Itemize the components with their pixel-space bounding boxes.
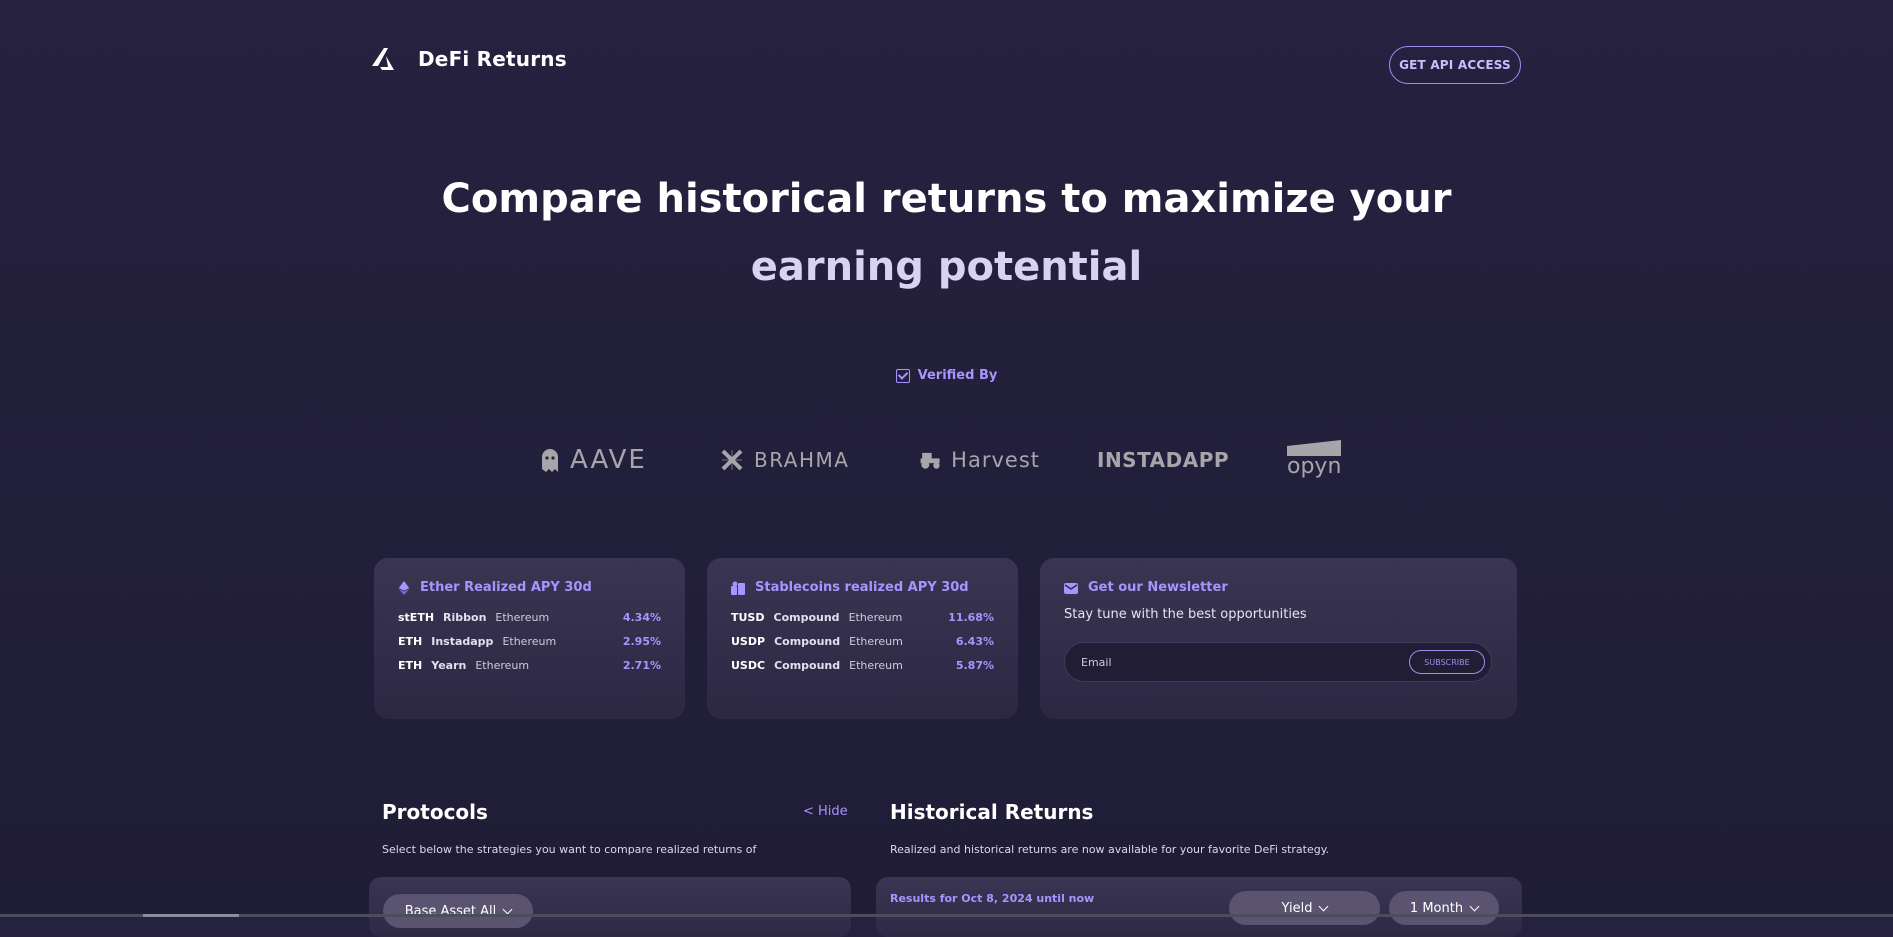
- checkbox-icon: [895, 368, 910, 383]
- chevron-down-icon: [502, 904, 513, 914]
- coins-stack-icon: [731, 581, 745, 595]
- newsletter-card: Get our Newsletter Stay tune with the be…: [1040, 558, 1517, 719]
- apy-value: 11.68%: [948, 611, 994, 624]
- brand-logo[interactable]: DeFi Returns: [370, 44, 567, 74]
- card-title: Stablecoins realized APY 30d: [731, 580, 994, 595]
- apy-value: 2.71%: [622, 659, 661, 672]
- protocol: Ribbon: [443, 611, 487, 624]
- ethereum-icon: [398, 580, 410, 595]
- asset: stETH: [398, 611, 435, 624]
- partner-instadapp: INSTADAPP: [1097, 448, 1229, 472]
- card-title: Ether Realized APY 30d: [398, 580, 661, 595]
- partner-name: Harvest: [951, 447, 1040, 472]
- historical-returns-title: Historical Returns: [890, 800, 1094, 824]
- card-title: Get our Newsletter: [1064, 580, 1493, 595]
- partner-name: INSTADAPP: [1097, 447, 1230, 472]
- protocol: Compound: [774, 635, 841, 648]
- protocol: Compound: [774, 659, 841, 672]
- partner-aave: AAVE: [540, 445, 662, 475]
- historical-returns-description: Realized and historical returns are now …: [890, 843, 1330, 856]
- subscribe-button[interactable]: SUBSCRIBE: [1409, 650, 1485, 674]
- brahma-icon: [721, 449, 743, 470]
- apy-value: 6.43%: [955, 635, 994, 648]
- partner-name: opyn: [1287, 454, 1342, 479]
- protocol: Instadapp: [431, 635, 494, 648]
- protocols-panel: Base Asset All: [369, 877, 851, 937]
- ghost-icon: [542, 448, 558, 472]
- hero-title-line-1: Compare historical returns to maximize y…: [441, 176, 1452, 222]
- chain: Ethereum: [849, 659, 903, 672]
- apy-row[interactable]: ETH Yearn Ethereum 2.71%: [398, 659, 661, 672]
- period-dropdown[interactable]: 1 Month: [1389, 891, 1499, 925]
- apy-value: 5.87%: [955, 659, 994, 672]
- card-title-text: Get our Newsletter: [1088, 580, 1228, 595]
- apy-row[interactable]: stETH Ribbon Ethereum 4.34%: [398, 611, 661, 624]
- results-date-range: Results for Oct 8, 2024 until now: [890, 892, 1095, 905]
- protocols-description: Select below the strategies you want to …: [382, 843, 757, 856]
- asset: USDC: [731, 659, 766, 672]
- partner-name: BRAHMA: [754, 447, 850, 472]
- apy-value: 4.34%: [622, 611, 661, 624]
- chain: Ethereum: [502, 635, 557, 648]
- asset: TUSD: [731, 611, 765, 624]
- partner-opyn: opyn: [1287, 440, 1341, 479]
- ether-apy-card: Ether Realized APY 30d stETH Ribbon Ethe…: [374, 558, 685, 719]
- apy-value: 2.95%: [622, 635, 661, 648]
- chain: Ethereum: [848, 611, 903, 624]
- newsletter-subtitle: Stay tune with the best opportunities: [1064, 607, 1307, 622]
- card-title-text: Ether Realized APY 30d: [420, 580, 592, 595]
- chain: Ethereum: [495, 611, 550, 624]
- metric-dropdown[interactable]: Yield: [1229, 891, 1380, 925]
- partner-brahma: BRAHMA: [720, 448, 852, 472]
- hide-protocols-link[interactable]: < Hide: [803, 804, 848, 819]
- asset: USDP: [731, 635, 766, 648]
- brand-name: DeFi Returns: [418, 47, 567, 71]
- asset: ETH: [398, 635, 423, 648]
- partner-harvest: Harvest: [919, 448, 1040, 472]
- stablecoins-apy-card: Stablecoins realized APY 30d TUSD Compou…: [707, 558, 1018, 719]
- apy-row[interactable]: USDP Compound Ethereum 6.43%: [731, 635, 994, 648]
- apy-row[interactable]: TUSD Compound Ethereum 11.68%: [731, 611, 994, 624]
- get-api-access-button[interactable]: GET API ACCESS: [1389, 46, 1521, 84]
- protocols-title: Protocols: [382, 800, 488, 824]
- verified-label: Verified By: [917, 368, 998, 383]
- chevron-down-icon: [1469, 901, 1480, 911]
- tractor-icon: [920, 452, 940, 469]
- chain: Ethereum: [849, 635, 903, 648]
- email-input[interactable]: [1079, 654, 1409, 670]
- protocol: Yearn: [431, 659, 467, 672]
- apy-row[interactable]: USDC Compound Ethereum 5.87%: [731, 659, 994, 672]
- email-form: SUBSCRIBE: [1064, 642, 1492, 682]
- card-title-text: Stablecoins realized APY 30d: [755, 580, 969, 595]
- chain: Ethereum: [475, 659, 530, 672]
- hero-title-line-2: earning potential: [750, 244, 1143, 290]
- verified-by: Verified By: [0, 368, 1893, 383]
- chevron-down-icon: [1319, 901, 1329, 911]
- partner-name: AAVE: [570, 444, 647, 475]
- base-asset-dropdown[interactable]: Base Asset All: [383, 894, 533, 928]
- asset: ETH: [398, 659, 423, 672]
- mail-icon: [1064, 582, 1078, 594]
- defi-returns-logo-icon: [372, 48, 394, 70]
- apy-row[interactable]: ETH Instadapp Ethereum 2.95%: [398, 635, 661, 648]
- partner-logos: AAVE BRAHMA Harvest INSTADAPP opyn: [540, 440, 1341, 479]
- protocol: Compound: [773, 611, 840, 624]
